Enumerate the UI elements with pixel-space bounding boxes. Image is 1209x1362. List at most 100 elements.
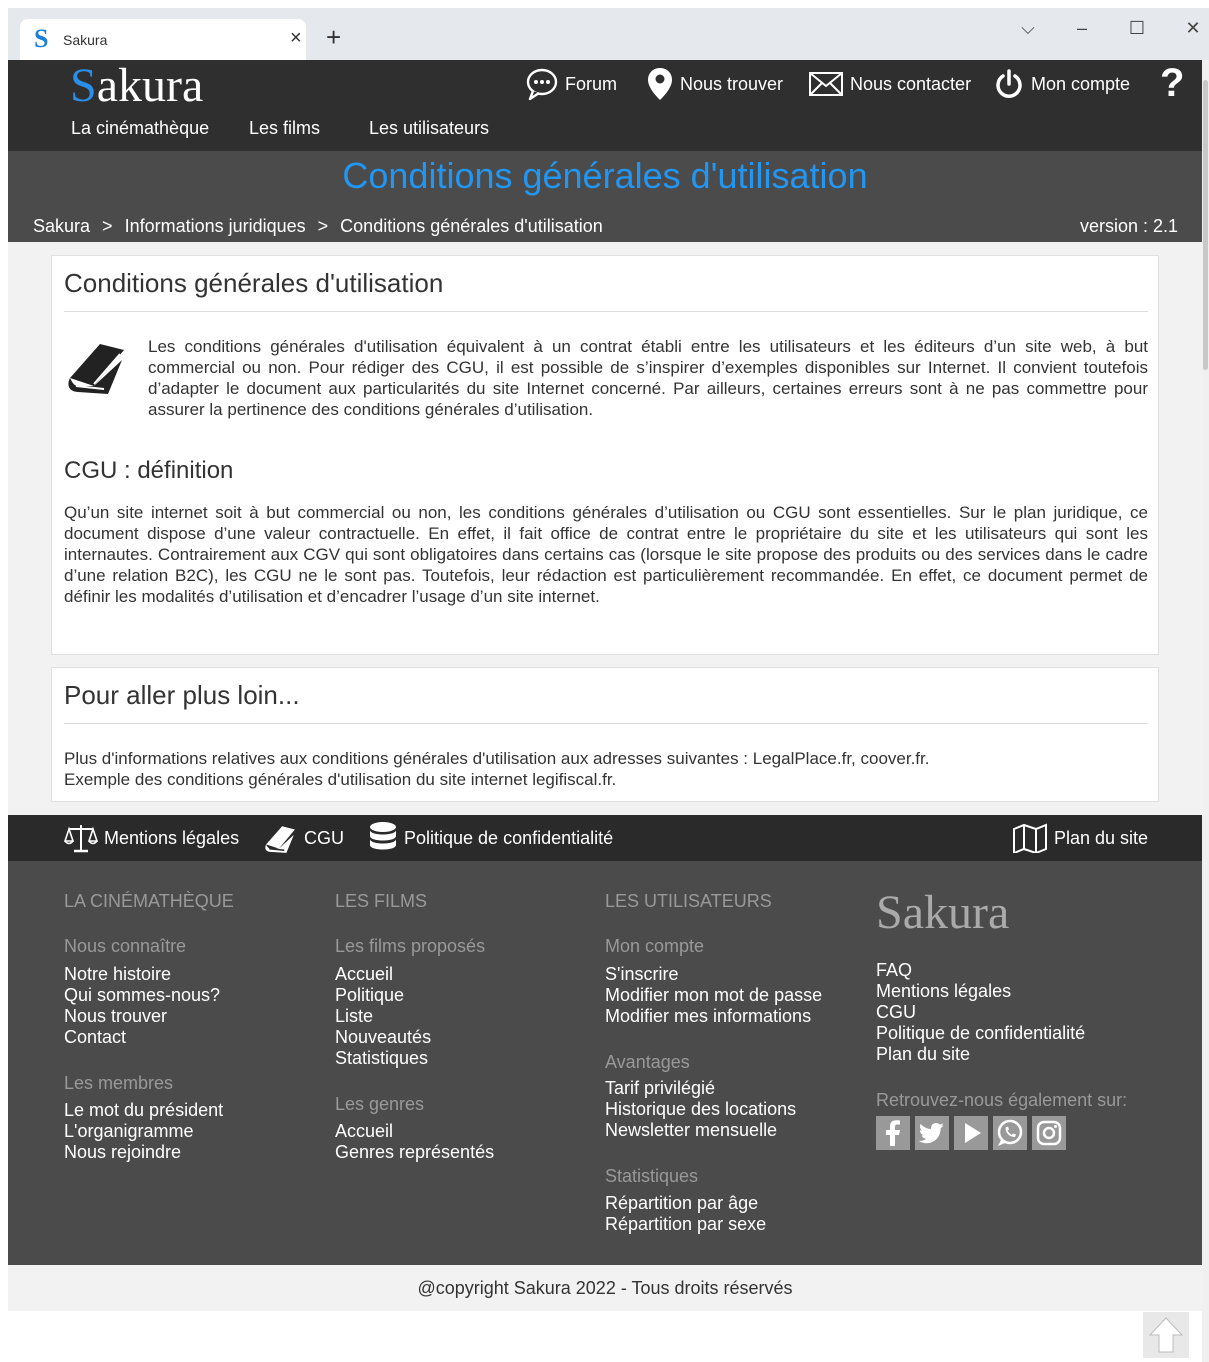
- footer-link[interactable]: Politique de confidentialité: [876, 1023, 1085, 1044]
- window-border: [0, 0, 8, 1362]
- legal-link-sitemap[interactable]: Plan du site: [1012, 815, 1148, 861]
- scrollbar-thumb[interactable]: [1203, 80, 1208, 370]
- example-line[interactable]: Exemple des conditions générales d'utili…: [64, 769, 616, 790]
- footer-link[interactable]: L'organigramme: [64, 1121, 194, 1142]
- footer-link[interactable]: Modifier mes informations: [605, 1006, 811, 1027]
- nav-nous-contacter[interactable]: Nous contacter: [808, 66, 971, 102]
- new-tab-icon[interactable]: +: [326, 24, 341, 50]
- nav-les-films[interactable]: Les films: [249, 118, 320, 139]
- footer-subheading: Les membres: [64, 1073, 174, 1093]
- favicon-icon: S: [34, 24, 49, 53]
- divider: [64, 723, 1148, 724]
- help-icon[interactable]: ?: [1160, 60, 1184, 106]
- footer-link[interactable]: FAQ: [876, 960, 912, 981]
- footer-link[interactable]: Modifier mon mot de passe: [605, 985, 822, 1006]
- footer-link[interactable]: Répartition par âge: [605, 1193, 758, 1214]
- book-icon: [68, 344, 124, 394]
- nav-les-utilisateurs[interactable]: Les utilisateurs: [369, 118, 489, 139]
- footer-link[interactable]: CGU: [876, 1002, 916, 1023]
- footer-link[interactable]: Contact: [64, 1027, 126, 1048]
- footer-subheading: Statistiques: [605, 1166, 699, 1186]
- footer-heading: LA CINÉMATHÈQUE: [64, 891, 234, 911]
- twitter-icon[interactable]: [915, 1116, 949, 1150]
- footer-link[interactable]: Statistiques: [335, 1048, 428, 1069]
- footer-link[interactable]: Nous rejoindre: [64, 1142, 181, 1163]
- breadcrumb-separator: >: [317, 216, 329, 236]
- version-label: version : 2.1: [1079, 216, 1178, 236]
- footer-link[interactable]: Liste: [335, 1006, 373, 1027]
- chat-bubble-icon: [526, 68, 558, 101]
- browser-tab[interactable]: S Sakura ×: [20, 19, 306, 60]
- copyright: @copyright Sakura 2022 - Tous droits rés…: [8, 1265, 1202, 1311]
- footer-link[interactable]: Politique: [335, 985, 404, 1006]
- footer-link[interactable]: Qui sommes-nous?: [64, 985, 220, 1006]
- map-icon: [1013, 823, 1047, 853]
- map-pin-icon: [648, 68, 672, 100]
- breadcrumb-item-sakura[interactable]: Sakura: [33, 216, 90, 237]
- maximize-icon[interactable]: ☐: [1125, 16, 1149, 40]
- intro-paragraph: Les conditions générales d'utilisation é…: [148, 337, 1148, 419]
- site-header: Sakura Forum Nous trouver Nous contacter…: [8, 60, 1202, 151]
- footer-heading: LES UTILISATEURS: [605, 891, 772, 911]
- footer-link[interactable]: Notre histoire: [64, 964, 171, 985]
- footer-logo: Sakura: [876, 886, 1010, 939]
- section-heading: CGU : définition: [64, 457, 234, 484]
- youtube-icon[interactable]: [954, 1116, 988, 1150]
- footer-subheading: Les genres: [335, 1094, 425, 1114]
- nav-cinematheque[interactable]: La cinémathèque: [71, 118, 209, 139]
- power-icon: [996, 69, 1022, 98]
- cgu-card: Conditions générales d'utilisation Les c…: [51, 255, 1159, 655]
- scales-icon: [64, 825, 98, 853]
- breadcrumb-item-current: Conditions générales d'utilisation: [340, 216, 603, 236]
- site-logo[interactable]: Sakura: [70, 60, 203, 112]
- minimize-icon[interactable]: –: [1070, 16, 1094, 40]
- tab-title: Sakura: [63, 32, 108, 48]
- definition-paragraph: Qu’un site internet soit à but commercia…: [64, 503, 1148, 606]
- legal-link-privacy[interactable]: Politique de confidentialité: [368, 815, 613, 861]
- arrow-up-icon: [1148, 1317, 1184, 1353]
- envelope-icon: [809, 72, 843, 96]
- legal-link-mentions[interactable]: Mentions légales: [64, 815, 239, 861]
- footer-link[interactable]: Accueil: [335, 1121, 393, 1142]
- database-icon: [370, 822, 396, 850]
- facebook-icon[interactable]: [876, 1116, 910, 1150]
- further-reading-card: Pour aller plus loin... Plus d'informati…: [51, 667, 1159, 802]
- tab-close-icon[interactable]: ×: [290, 28, 302, 48]
- footer-link[interactable]: Le mot du président: [64, 1100, 223, 1121]
- legal-link-cgu[interactable]: CGU: [262, 815, 344, 861]
- footer-link[interactable]: Nouveautés: [335, 1027, 431, 1048]
- tab-search-icon[interactable]: ⌵: [1016, 16, 1040, 40]
- site-footer: LA CINÉMATHÈQUE Nous connaître Notre his…: [8, 861, 1202, 1265]
- nav-forum[interactable]: Forum: [525, 66, 617, 102]
- nav-nous-trouver[interactable]: Nous trouver: [646, 66, 783, 102]
- footer-link[interactable]: Nous trouver: [64, 1006, 167, 1027]
- footer-link[interactable]: S'inscrire: [605, 964, 678, 985]
- footer-link[interactable]: Accueil: [335, 964, 393, 985]
- whatsapp-icon[interactable]: [993, 1116, 1027, 1150]
- card-heading: Pour aller plus loin...: [64, 680, 300, 710]
- footer-subheading: Nous connaître: [64, 936, 187, 956]
- window-close-icon[interactable]: ✕: [1181, 16, 1205, 40]
- footer-heading: LES FILMS: [335, 891, 428, 911]
- breadcrumb-separator: >: [102, 216, 113, 236]
- footer-link[interactable]: Genres représentés: [335, 1142, 494, 1163]
- book-icon: [265, 826, 295, 853]
- browser-tab-strip: S Sakura × + ⌵ – ☐ ✕: [8, 8, 1209, 60]
- links-line[interactable]: Plus d'informations relatives aux condit…: [64, 748, 929, 769]
- legal-bar: Mentions légales CGU Politique de confid…: [8, 815, 1202, 861]
- page-title: Conditions générales d'utilisation: [342, 155, 868, 196]
- footer-link[interactable]: Historique des locations: [605, 1099, 796, 1120]
- nav-mon-compte[interactable]: Mon compte: [993, 66, 1130, 102]
- footer-subheading: Avantages: [605, 1052, 690, 1072]
- footer-link[interactable]: Newsletter mensuelle: [605, 1120, 777, 1141]
- footer-link[interactable]: Répartition par sexe: [605, 1214, 766, 1235]
- footer-link[interactable]: Plan du site: [876, 1044, 970, 1065]
- footer-link[interactable]: Tarif privilégié: [605, 1078, 715, 1099]
- divider: [64, 311, 1148, 312]
- back-to-top-button[interactable]: [1143, 1312, 1189, 1358]
- footer-link[interactable]: Mentions légales: [876, 981, 1011, 1002]
- breadcrumb-item-informations[interactable]: Informations juridiques: [125, 216, 306, 237]
- instagram-icon[interactable]: [1032, 1116, 1066, 1150]
- footer-subheading: Les films proposés: [335, 936, 486, 956]
- title-band: Conditions générales d'utilisation Sakur…: [8, 151, 1202, 242]
